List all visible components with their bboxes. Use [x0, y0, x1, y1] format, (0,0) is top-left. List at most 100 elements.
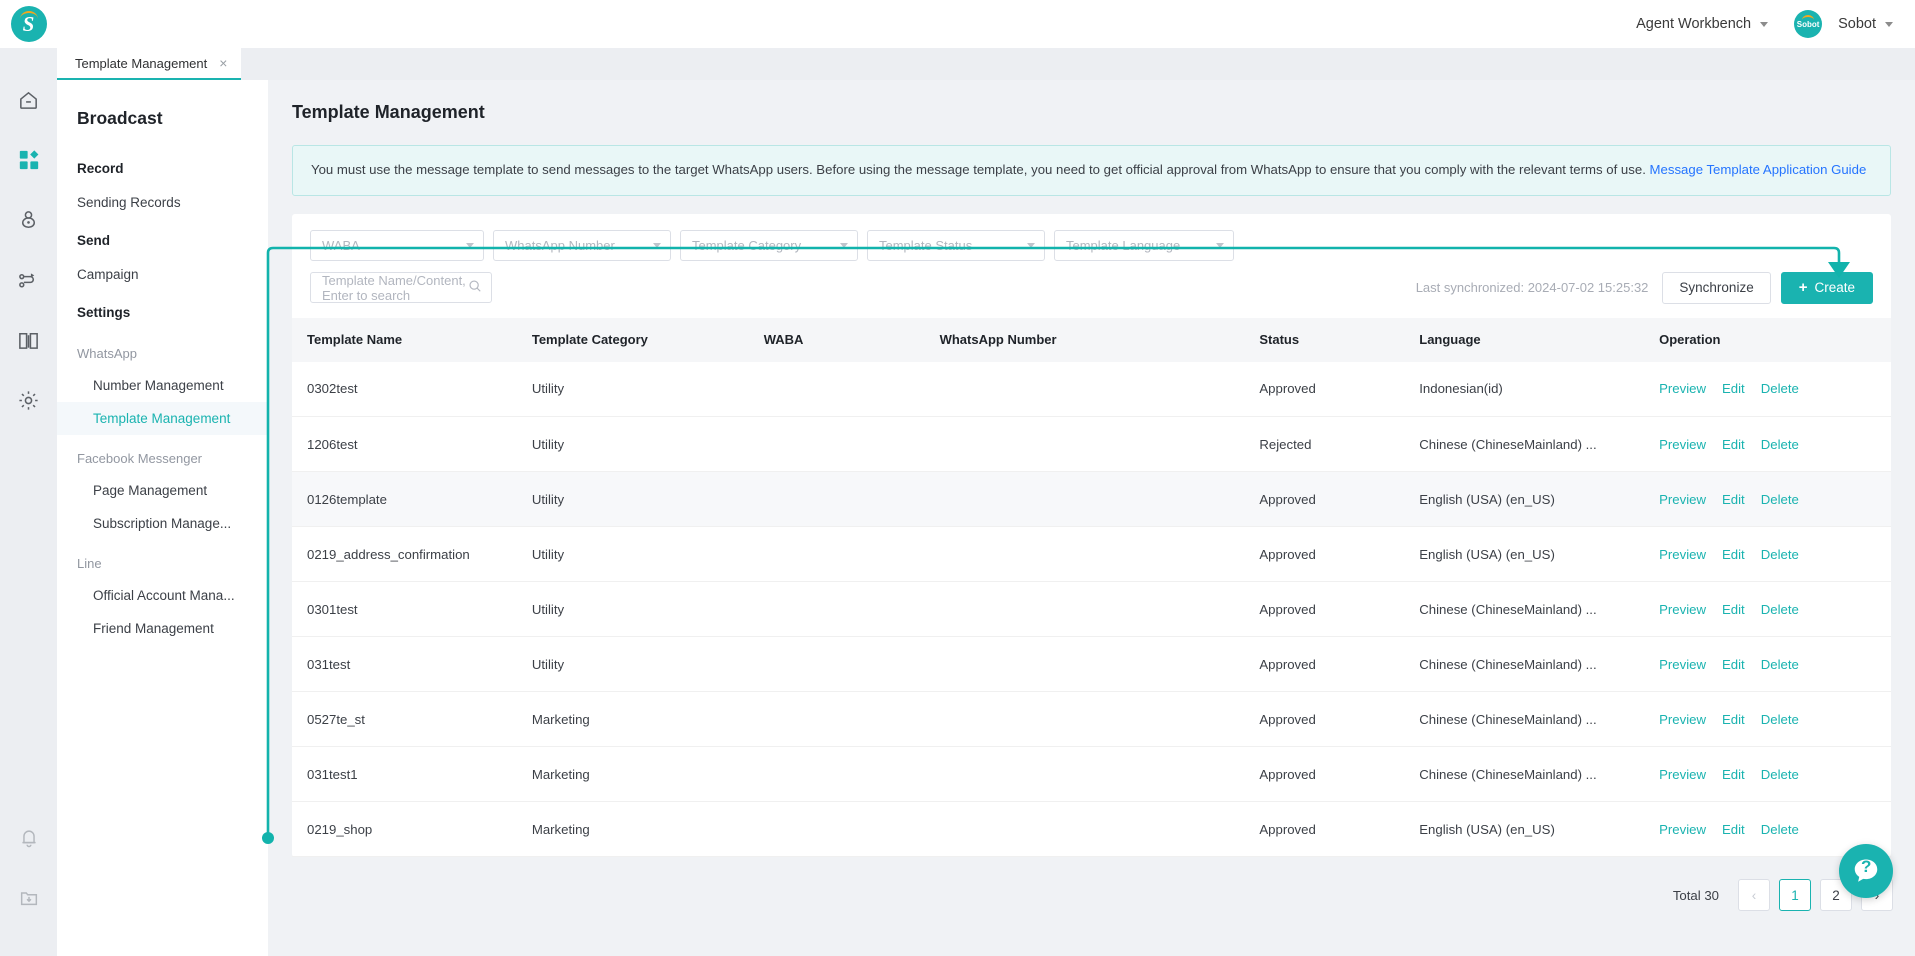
cell-waba: [763, 361, 940, 418]
edit-link[interactable]: Edit: [1722, 381, 1745, 396]
pagination: Total 30 ‹ 1 2 ›: [268, 857, 1915, 931]
help-button[interactable]: ?: [1839, 844, 1893, 898]
edit-link[interactable]: Edit: [1722, 657, 1745, 672]
logo-arc-icon: [19, 11, 38, 19]
delete-link[interactable]: Delete: [1761, 767, 1799, 782]
delete-link[interactable]: Delete: [1761, 657, 1799, 672]
sidebar-item-campaign[interactable]: Campaign: [57, 258, 268, 291]
home-icon[interactable]: [0, 70, 57, 130]
filter-waba[interactable]: WABA: [310, 229, 484, 261]
filter-template-language[interactable]: Template Language: [1054, 229, 1234, 261]
sidebar-item-subscription-management[interactable]: Subscription Manage...: [57, 507, 268, 540]
cell-waba: [763, 526, 940, 583]
table-row[interactable]: 0219_address_confirmation Utility Approved…: [292, 526, 1891, 583]
cell-template-name: 0301test: [292, 581, 532, 638]
notice-link[interactable]: Message Template Application Guide: [1650, 162, 1867, 177]
edit-link[interactable]: Edit: [1722, 767, 1745, 782]
table-row[interactable]: 0527te_st Marketing Approved Chinese (Chine…: [292, 691, 1891, 748]
table-row[interactable]: 1206test Utility Rejected Chinese (ChineseM…: [292, 416, 1891, 473]
cell-language: Chinese (ChineseMainland) ...: [1419, 746, 1660, 803]
row-actions: Preview Edit Delete: [1659, 602, 1891, 617]
settings-gear-icon[interactable]: [0, 370, 57, 430]
filter-template-status[interactable]: Template Status: [867, 229, 1045, 261]
table-row[interactable]: 0126template Utility Approved English (USA)…: [292, 471, 1891, 528]
table-row[interactable]: 031test1 Marketing Approved Chinese (Chines…: [292, 746, 1891, 803]
cell-status: Approved: [1259, 526, 1420, 583]
apps-grid-icon[interactable]: [0, 130, 57, 190]
cell-whatsapp-number: [939, 416, 1260, 473]
delete-link[interactable]: Delete: [1761, 712, 1799, 727]
sidebar-item-official-account-management[interactable]: Official Account Mana...: [57, 579, 268, 612]
workflow-icon[interactable]: [0, 250, 57, 310]
sidebar-item-page-management[interactable]: Page Management: [57, 474, 268, 507]
delete-link[interactable]: Delete: [1761, 547, 1799, 562]
pagination-prev[interactable]: ‹: [1738, 879, 1770, 912]
edit-link[interactable]: Edit: [1722, 712, 1745, 727]
chevron-down-icon: [1885, 21, 1893, 27]
delete-link[interactable]: Delete: [1761, 822, 1799, 837]
delete-link[interactable]: Delete: [1761, 381, 1799, 396]
sidebar-subgroup-whatsapp: WhatsApp: [77, 346, 137, 361]
filter-template-status-label: Template Status: [879, 237, 973, 253]
sidebar-item-sending-records[interactable]: Sending Records: [57, 186, 268, 219]
sidebar-subgroup-line: Line: [77, 556, 102, 571]
sidebar-item-template-management[interactable]: Template Management: [57, 402, 268, 435]
table-row[interactable]: 031test Utility Approved Chinese (ChineseMa…: [292, 636, 1891, 693]
cell-status: Approved: [1259, 801, 1420, 858]
cell-operation: Preview Edit Delete: [1659, 526, 1891, 583]
cell-whatsapp-number: [939, 361, 1260, 418]
sobot-logo-icon: S: [10, 6, 47, 42]
download-folder-icon[interactable]: [0, 868, 57, 928]
delete-link[interactable]: Delete: [1761, 602, 1799, 617]
cell-template-name: 0219_address_confirmation: [292, 526, 532, 583]
preview-link[interactable]: Preview: [1659, 602, 1706, 617]
cell-status: Approved: [1259, 691, 1420, 748]
filter-template-category[interactable]: Template Category: [680, 229, 858, 261]
edit-link[interactable]: Edit: [1722, 547, 1745, 562]
preview-link[interactable]: Preview: [1659, 492, 1706, 507]
sidebar-group-settings: Settings: [77, 305, 131, 320]
workbench-switcher[interactable]: Agent Workbench: [1636, 16, 1769, 32]
notice-text: You must use the message template to sen…: [311, 162, 1650, 177]
cell-language: English (USA) (en_US): [1419, 471, 1660, 528]
sidebar-item-friend-management[interactable]: Friend Management: [57, 612, 268, 645]
preview-link[interactable]: Preview: [1659, 437, 1706, 452]
table-row[interactable]: 0302test Utility Approved Indonesian(id) Pre…: [292, 361, 1891, 418]
preview-link[interactable]: Preview: [1659, 381, 1706, 396]
knowledge-book-icon[interactable]: [0, 310, 57, 370]
table-row[interactable]: 0219_shop Marketing Approved English (USA) …: [292, 801, 1891, 858]
cell-waba: [763, 416, 940, 473]
preview-link[interactable]: Preview: [1659, 822, 1706, 837]
synchronize-button[interactable]: Synchronize: [1662, 271, 1771, 304]
table-row[interactable]: 0301test Utility Approved Chinese (ChineseM…: [292, 581, 1891, 638]
cell-template-category: Marketing: [531, 801, 764, 858]
brand-logo[interactable]: S: [0, 0, 57, 48]
edit-link[interactable]: Edit: [1722, 822, 1745, 837]
preview-link[interactable]: Preview: [1659, 767, 1706, 782]
delete-link[interactable]: Delete: [1761, 437, 1799, 452]
close-icon[interactable]: ×: [219, 55, 227, 71]
filter-whatsapp-number-label: WhatsApp Number: [505, 237, 615, 253]
avatar-arc-icon: [1802, 15, 1815, 20]
delete-link[interactable]: Delete: [1761, 492, 1799, 507]
edit-link[interactable]: Edit: [1722, 437, 1745, 452]
preview-link[interactable]: Preview: [1659, 712, 1706, 727]
search-input[interactable]: Template Name/Content, Enter to search: [310, 272, 492, 304]
filter-whatsapp-number[interactable]: WhatsApp Number: [493, 229, 671, 261]
tab-template-management[interactable]: Template Management ×: [57, 48, 242, 80]
bell-icon[interactable]: [0, 808, 57, 868]
cell-template-name: 0126template: [292, 471, 532, 528]
edit-link[interactable]: Edit: [1722, 492, 1745, 507]
preview-link[interactable]: Preview: [1659, 657, 1706, 672]
pagination-page-1[interactable]: 1: [1779, 879, 1811, 912]
edit-link[interactable]: Edit: [1722, 602, 1745, 617]
cell-waba: [763, 636, 940, 693]
user-menu[interactable]: Sobot Sobot: [1794, 10, 1893, 38]
create-button[interactable]: + Create: [1780, 271, 1873, 304]
avatar-label: Sobot: [1796, 19, 1820, 29]
user-label: Sobot: [1838, 16, 1876, 32]
contacts-icon[interactable]: [0, 190, 57, 250]
preview-link[interactable]: Preview: [1659, 547, 1706, 562]
sidebar-item-number-management[interactable]: Number Management: [57, 369, 268, 402]
cell-language: Chinese (ChineseMainland) ...: [1419, 416, 1660, 473]
